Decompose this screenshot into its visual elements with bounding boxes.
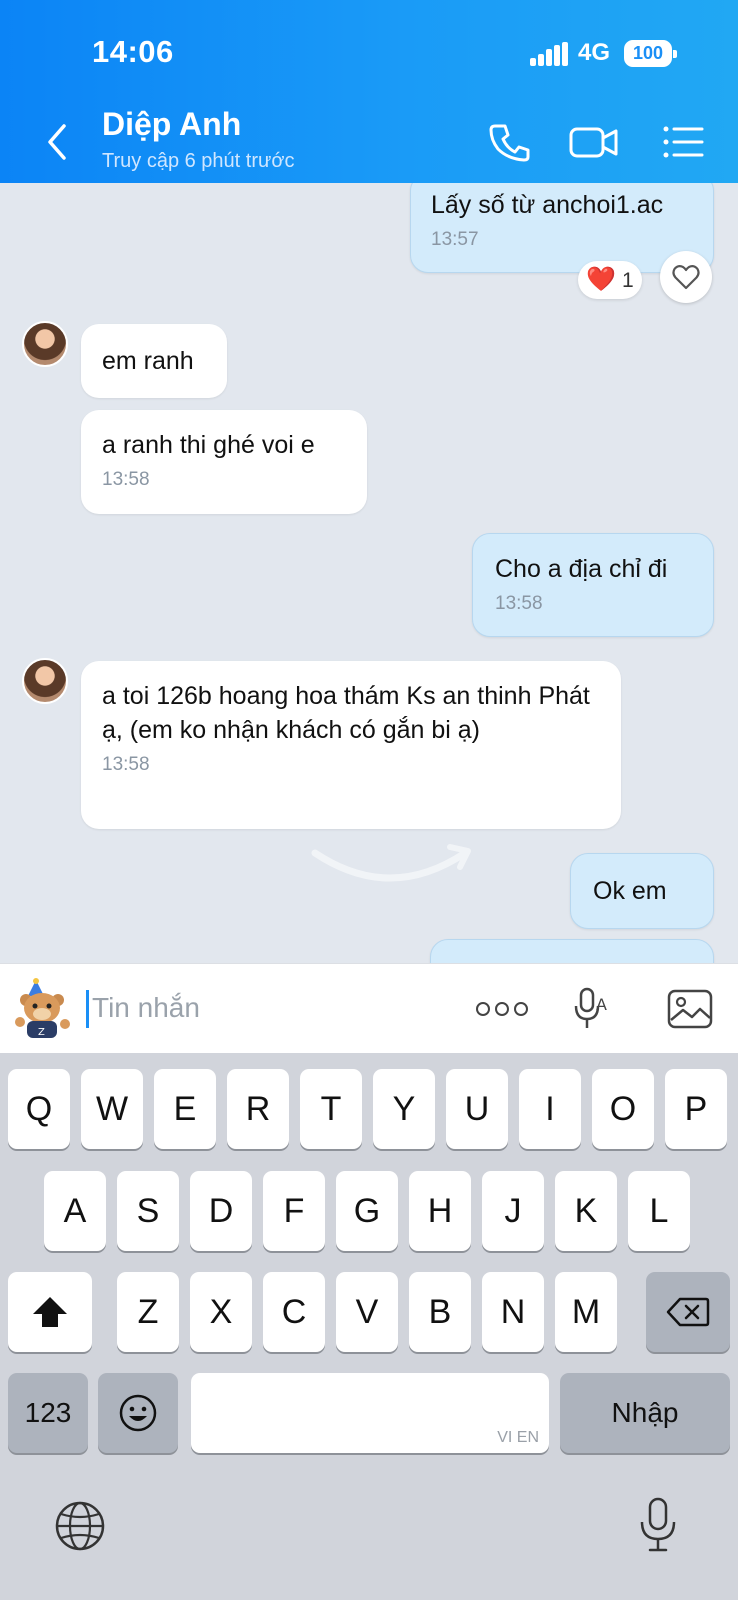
message-text: em ranh [102,347,194,375]
globe-icon[interactable] [54,1500,106,1552]
key-c[interactable]: C [263,1272,325,1352]
emoji-face-icon [119,1394,157,1432]
numbers-key[interactable]: 123 [8,1373,88,1453]
key-p[interactable]: P [665,1069,727,1149]
key-n[interactable]: N [482,1272,544,1352]
message-text: a ranh thi ghé voi e [102,431,315,459]
key-h[interactable]: H [409,1171,471,1251]
message-bubble-outgoing[interactable]: Cho a địa chỉ đi 13:58 [472,533,714,637]
network-type: 4G [578,39,611,66]
return-key[interactable]: Nhập [560,1373,730,1453]
message-bubble-incoming[interactable]: a ranh thi ghé voi e 13:58 [81,410,367,514]
more-options-icon[interactable] [476,994,528,1022]
message-time: 13:58 [495,593,543,614]
status-time: 14:06 [92,34,174,69]
key-f[interactable]: F [263,1171,325,1251]
signal-strength-icon [530,42,568,66]
message-time: 13:58 [102,754,150,775]
status-bar: 14:06 4G 100 [0,0,738,100]
heart-outline-icon [672,265,700,290]
heart-reaction-icon: ❤️ [586,266,617,293]
reaction-badge[interactable]: ❤️ 1 [578,261,642,299]
backspace-key[interactable] [646,1272,730,1352]
key-i[interactable]: I [519,1069,581,1149]
key-r[interactable]: R [227,1069,289,1149]
dictation-mic-icon[interactable] [638,1496,678,1554]
voice-to-text-icon[interactable]: A [574,986,614,1032]
key-d[interactable]: D [190,1171,252,1251]
svg-text:A: A [596,995,607,1014]
key-e[interactable]: E [154,1069,216,1149]
key-a[interactable]: A [44,1171,106,1251]
backspace-icon [666,1297,710,1327]
message-text: Ok em [593,877,667,905]
avatar[interactable] [22,658,68,704]
message-bubble-outgoing[interactable]: Ok em [570,853,714,929]
shift-arrow-icon [33,1297,67,1327]
key-m[interactable]: M [555,1272,617,1352]
emoji-key[interactable] [98,1373,178,1453]
message-list[interactable]: anchoi.ac Lấy số từ anchoi1.ac 13:57 ❤️ … [0,183,738,963]
reaction-count: 1 [622,269,634,292]
key-j[interactable]: J [482,1171,544,1251]
key-x[interactable]: X [190,1272,252,1352]
key-w[interactable]: W [81,1069,143,1149]
space-key[interactable]: VI EN [191,1373,549,1453]
message-text: a toi 126b hoang hoa thám Ks an thinh Ph… [102,682,590,744]
svg-text:Z: Z [38,1027,45,1038]
key-y[interactable]: Y [373,1069,435,1149]
key-k[interactable]: K [555,1171,617,1251]
key-z[interactable]: Z [117,1272,179,1352]
key-o[interactable]: O [592,1069,654,1149]
message-bubble-outgoing[interactable] [430,939,714,963]
key-b[interactable]: B [409,1272,471,1352]
contact-name[interactable]: Diệp Anh [102,106,241,143]
message-time: 13:57 [431,229,479,250]
key-s[interactable]: S [117,1171,179,1251]
react-heart-button[interactable] [660,251,712,303]
message-text: Cho a địa chỉ đi [495,555,668,583]
key-v[interactable]: V [336,1272,398,1352]
image-gallery-icon[interactable] [666,988,714,1030]
back-arrow-icon[interactable] [40,120,76,164]
sticker-bear-icon[interactable]: Z [14,978,72,1040]
message-text: Lấy số từ anchoi1.ac [431,191,664,219]
key-q[interactable]: Q [8,1069,70,1149]
message-input[interactable] [92,986,452,1030]
message-bubble-incoming[interactable]: em ranh [81,324,227,398]
message-time: 13:58 [102,469,150,490]
text-caret [86,990,89,1028]
shift-key[interactable] [8,1272,92,1352]
key-t[interactable]: T [300,1069,362,1149]
on-screen-keyboard: Q W E R T Y U I O P A S D F G H J K L Z … [0,1053,738,1600]
key-l[interactable]: L [628,1171,690,1251]
battery-icon: 100 [624,40,677,67]
key-g[interactable]: G [336,1171,398,1251]
space-language-label: VI EN [497,1429,539,1446]
phone-icon[interactable] [486,120,534,164]
avatar[interactable] [22,321,68,367]
last-seen-status: Truy cập 6 phút trước [102,150,295,172]
video-camera-icon[interactable] [568,120,618,164]
list-menu-icon[interactable] [660,120,708,164]
key-u[interactable]: U [446,1069,508,1149]
message-composer: Z A [0,963,738,1053]
chat-header: 14:06 4G 100 Diệp Anh Truy cập 6 phút tr… [0,0,738,183]
message-bubble-incoming[interactable]: a toi 126b hoang hoa thám Ks an thinh Ph… [81,661,621,829]
